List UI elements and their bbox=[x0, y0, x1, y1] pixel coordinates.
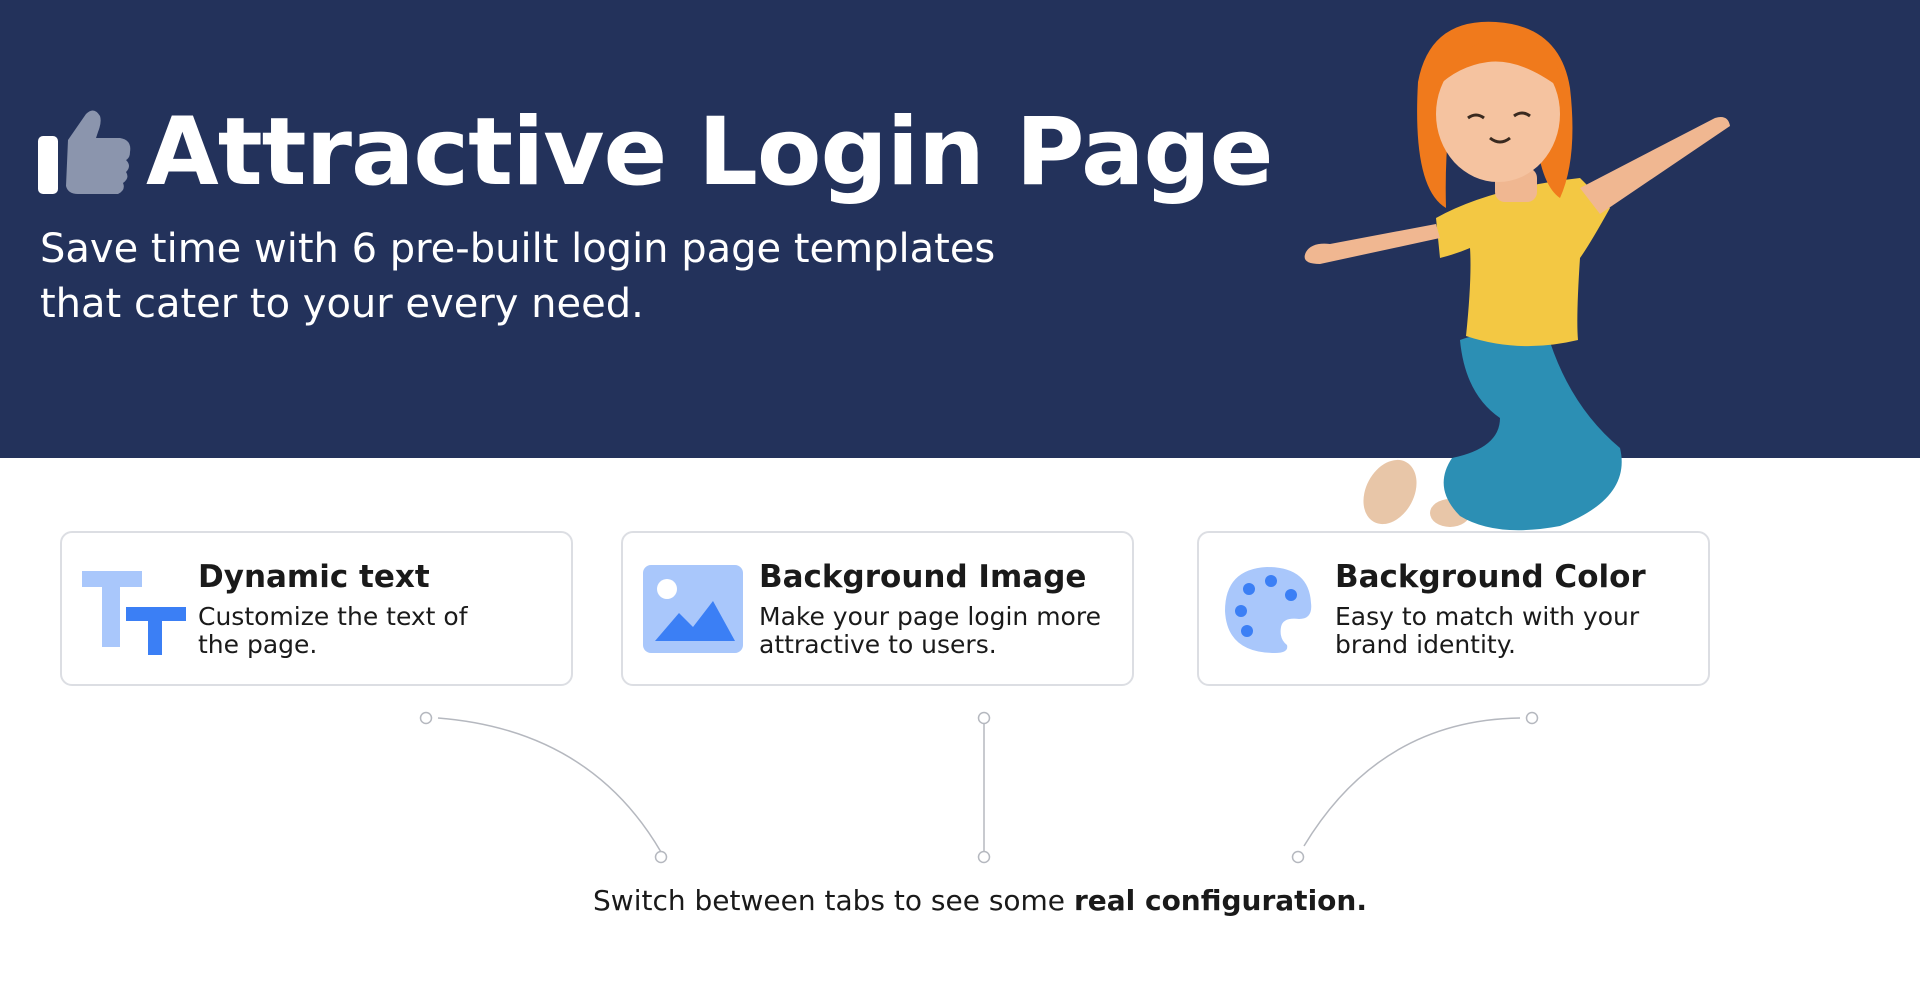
hero-subtitle: Save time with 6 pre-built login page te… bbox=[40, 222, 1040, 332]
text-icon bbox=[82, 571, 186, 655]
hero-title-row: Attractive Login Page bbox=[38, 98, 1274, 207]
feature-card-background-image[interactable]: Background Image Make your page login mo… bbox=[621, 531, 1134, 686]
feature-description-line-1: Make your page login more bbox=[759, 602, 1101, 631]
image-icon bbox=[643, 565, 743, 653]
feature-description: Customize the text of the page. bbox=[198, 603, 558, 659]
feature-description-line-2: attractive to users. bbox=[759, 630, 997, 659]
feature-title: Dynamic text bbox=[198, 559, 430, 595]
feature-card-dynamic-text[interactable]: Dynamic text Customize the text of the p… bbox=[60, 531, 573, 686]
feature-description-line-2: brand identity. bbox=[1335, 630, 1516, 659]
page-title: Attractive Login Page bbox=[146, 98, 1274, 207]
feature-description: Easy to match with your brand identity. bbox=[1335, 603, 1695, 659]
footer-note: Switch between tabs to see some real con… bbox=[0, 884, 1920, 917]
feature-title: Background Image bbox=[759, 559, 1087, 595]
feature-description-line-2: the page. bbox=[198, 630, 318, 659]
hero-subtitle-line-1: Save time with 6 pre-built login page te… bbox=[40, 226, 996, 272]
footer-text: Switch between tabs to see some bbox=[593, 884, 1074, 917]
feature-description-line-1: Customize the text of bbox=[198, 602, 468, 631]
feature-description: Make your page login more attractive to … bbox=[759, 603, 1119, 659]
hero-subtitle-line-2: that cater to your every need. bbox=[40, 281, 644, 327]
footer-bold-text: real configuration. bbox=[1073, 884, 1367, 917]
login-page-promo: Attractive Login Page Save time with 6 p… bbox=[0, 0, 1920, 1000]
thumbs-up-icon bbox=[38, 110, 131, 194]
feature-description-line-1: Easy to match with your bbox=[1335, 602, 1640, 631]
feature-card-background-color[interactable]: Background Color Easy to match with your… bbox=[1197, 531, 1710, 686]
jumping-girl-illustration bbox=[1304, 21, 1730, 531]
palette-icon bbox=[1225, 567, 1312, 653]
feature-title: Background Color bbox=[1335, 559, 1646, 595]
